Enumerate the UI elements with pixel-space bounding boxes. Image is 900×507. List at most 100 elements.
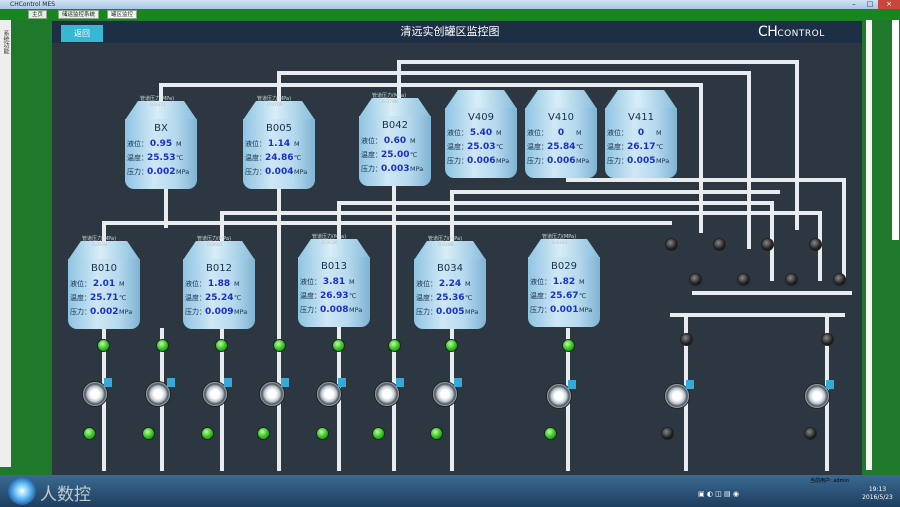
level-value: 0.95 xyxy=(149,139,173,149)
sidebar[interactable]: 系统功能 xyxy=(0,20,11,467)
pressure-value: 0.006 xyxy=(547,156,576,166)
temp-value: 25.71 xyxy=(90,293,119,303)
pressure-value: 0.008 xyxy=(320,305,349,315)
valve-open[interactable] xyxy=(215,339,228,352)
tank-diagram: BX 液位： 0.95 M 温度： 25.53 ℃ 压力： 0.002 MPa B005 液… xyxy=(52,43,862,475)
valve-closed[interactable] xyxy=(665,238,678,251)
scrollbar[interactable] xyxy=(866,20,872,470)
tank-b010[interactable]: B010 液位： 2.01 M 温度： 25.71 ℃ 压力： 0.002 MPa xyxy=(68,241,140,329)
pipe xyxy=(337,201,771,205)
pressure-gauge-value: 0.0694 xyxy=(92,243,108,248)
pressure-gauge-label: 管道压力(MPa) xyxy=(82,236,117,242)
valve-closed[interactable] xyxy=(821,333,834,346)
window-titlebar: CHControl MES – □ × xyxy=(0,0,900,9)
valve-open[interactable] xyxy=(273,339,286,352)
valve-closed[interactable] xyxy=(809,238,822,251)
sidebar-label: 系统功能 xyxy=(2,30,9,54)
tab-storage-monitor[interactable]: 储运监控系统 xyxy=(58,10,100,19)
pipe xyxy=(670,313,845,317)
watermark: 人数控 xyxy=(40,485,91,505)
tank-bx[interactable]: BX 液位： 0.95 M 温度： 25.53 ℃ 压力： 0.002 MPa xyxy=(125,101,197,189)
valve-open[interactable] xyxy=(257,427,270,440)
back-button[interactable]: 返回 xyxy=(61,25,103,42)
tab-tank-area[interactable]: 罐区监控 xyxy=(107,10,138,19)
pump-icon[interactable] xyxy=(374,378,404,407)
valve-closed[interactable] xyxy=(761,238,774,251)
page-title: 清远实创罐区监控图 xyxy=(400,25,500,38)
start-button[interactable] xyxy=(8,477,36,505)
valve-open[interactable] xyxy=(316,427,329,440)
clock[interactable]: 19:13 2016/5/23 xyxy=(855,486,900,502)
tank-b042[interactable]: B042 液位： 0.60 M 温度： 25.00 ℃ 压力： 0.003 MPa xyxy=(359,98,431,186)
pump-icon[interactable] xyxy=(259,378,289,407)
valve-open[interactable] xyxy=(445,339,458,352)
tank-b005[interactable]: B005 液位： 1.14 M 温度： 24.86 ℃ 压力： 0.004 MPa xyxy=(243,101,315,189)
valve-closed[interactable] xyxy=(833,273,846,286)
level-value: 0 xyxy=(637,128,645,138)
valve-closed[interactable] xyxy=(785,273,798,286)
tab-home[interactable]: 主页 xyxy=(28,10,48,19)
tank-b012[interactable]: B012 液位： 1.88 M 温度： 25.24 ℃ 压力： 0.009 MPa xyxy=(183,241,255,329)
pump-icon[interactable] xyxy=(664,380,694,409)
valve-open[interactable] xyxy=(372,427,385,440)
valve-open[interactable] xyxy=(156,339,169,352)
level-value: 2.24 xyxy=(438,279,462,289)
valve-open[interactable] xyxy=(544,427,557,440)
maximize-button[interactable]: □ xyxy=(862,0,878,9)
temp-value: 25.84 xyxy=(547,142,576,152)
tank-v409[interactable]: V409 液位： 5.40 M 温度： 25.03 ℃ 压力： 0.006 MPa xyxy=(445,90,517,178)
tank-name: BX xyxy=(154,123,168,134)
pump-icon[interactable] xyxy=(546,380,576,409)
tank-v410[interactable]: V410 液位： 0 M 温度： 25.84 ℃ 压力： 0.006 MPa xyxy=(525,90,597,178)
valve-open[interactable] xyxy=(142,427,155,440)
pressure-gauge-label: 管道压力(MPa) xyxy=(257,96,292,102)
pump-icon[interactable] xyxy=(316,378,346,407)
pressure-value: 0.002 xyxy=(90,307,119,317)
pump-icon[interactable] xyxy=(202,378,232,407)
pump-icon[interactable] xyxy=(145,378,175,407)
valve-open[interactable] xyxy=(430,427,443,440)
pipe xyxy=(842,178,846,278)
valve-open[interactable] xyxy=(97,339,110,352)
valve-closed[interactable] xyxy=(804,427,817,440)
pressure-gauge-value: 0.0526 xyxy=(322,241,338,246)
valve-closed[interactable] xyxy=(680,333,693,346)
pipe xyxy=(566,178,846,182)
pipe xyxy=(159,83,701,87)
valve-open[interactable] xyxy=(83,427,96,440)
level-value: 0 xyxy=(557,128,565,138)
valve-open[interactable] xyxy=(562,339,575,352)
pressure-value: 0.006 xyxy=(467,156,496,166)
temp-value: 25.24 xyxy=(205,293,234,303)
valve-open[interactable] xyxy=(201,427,214,440)
valve-closed[interactable] xyxy=(661,427,674,440)
pressure-gauge-label: 管道压力(MPa) xyxy=(197,236,232,242)
valve-closed[interactable] xyxy=(737,273,750,286)
tank-name: V409 xyxy=(468,112,494,123)
status-user: 当前用户: admin xyxy=(810,478,849,484)
pump-icon[interactable] xyxy=(82,378,112,407)
tank-name: B042 xyxy=(382,120,408,131)
pump-icon[interactable] xyxy=(804,380,834,409)
minimize-button[interactable]: – xyxy=(846,0,862,9)
tank-name: B010 xyxy=(91,263,117,274)
tank-b034[interactable]: B034 液位： 2.24 M 温度： 25.36 ℃ 压力： 0.005 MPa xyxy=(414,241,486,329)
tank-name: B012 xyxy=(206,263,232,274)
close-button[interactable]: × xyxy=(878,0,900,9)
pressure-gauge-value: 0.0709 xyxy=(267,103,283,108)
tab-bar: 主页 储运监控系统 罐区监控 xyxy=(0,9,900,20)
valve-closed[interactable] xyxy=(689,273,702,286)
valve-open[interactable] xyxy=(332,339,345,352)
valve-closed[interactable] xyxy=(713,238,726,251)
tank-b013[interactable]: B013 液位： 3.81 M 温度： 26.93 ℃ 压力： 0.008 MPa xyxy=(298,239,370,327)
pressure-gauge-label: 管道压力(MPa) xyxy=(312,234,347,240)
level-value: 1.82 xyxy=(552,277,576,287)
valve-open[interactable] xyxy=(388,339,401,352)
tank-v411[interactable]: V411 液位： 0 M 温度： 26.17 ℃ 压力： 0.005 MPa xyxy=(605,90,677,178)
chcontrol-logo: CHCONTROL xyxy=(758,24,825,40)
pressure-value: 0.003 xyxy=(381,164,410,174)
tray-icons[interactable]: ▣ ◐ ◫ ▤ ◉ xyxy=(698,490,739,498)
tank-b029[interactable]: B029 液位： 1.82 M 温度： 25.67 ℃ 压力： 0.001 MPa xyxy=(528,239,600,327)
pump-icon[interactable] xyxy=(432,378,462,407)
pipe xyxy=(397,60,797,64)
